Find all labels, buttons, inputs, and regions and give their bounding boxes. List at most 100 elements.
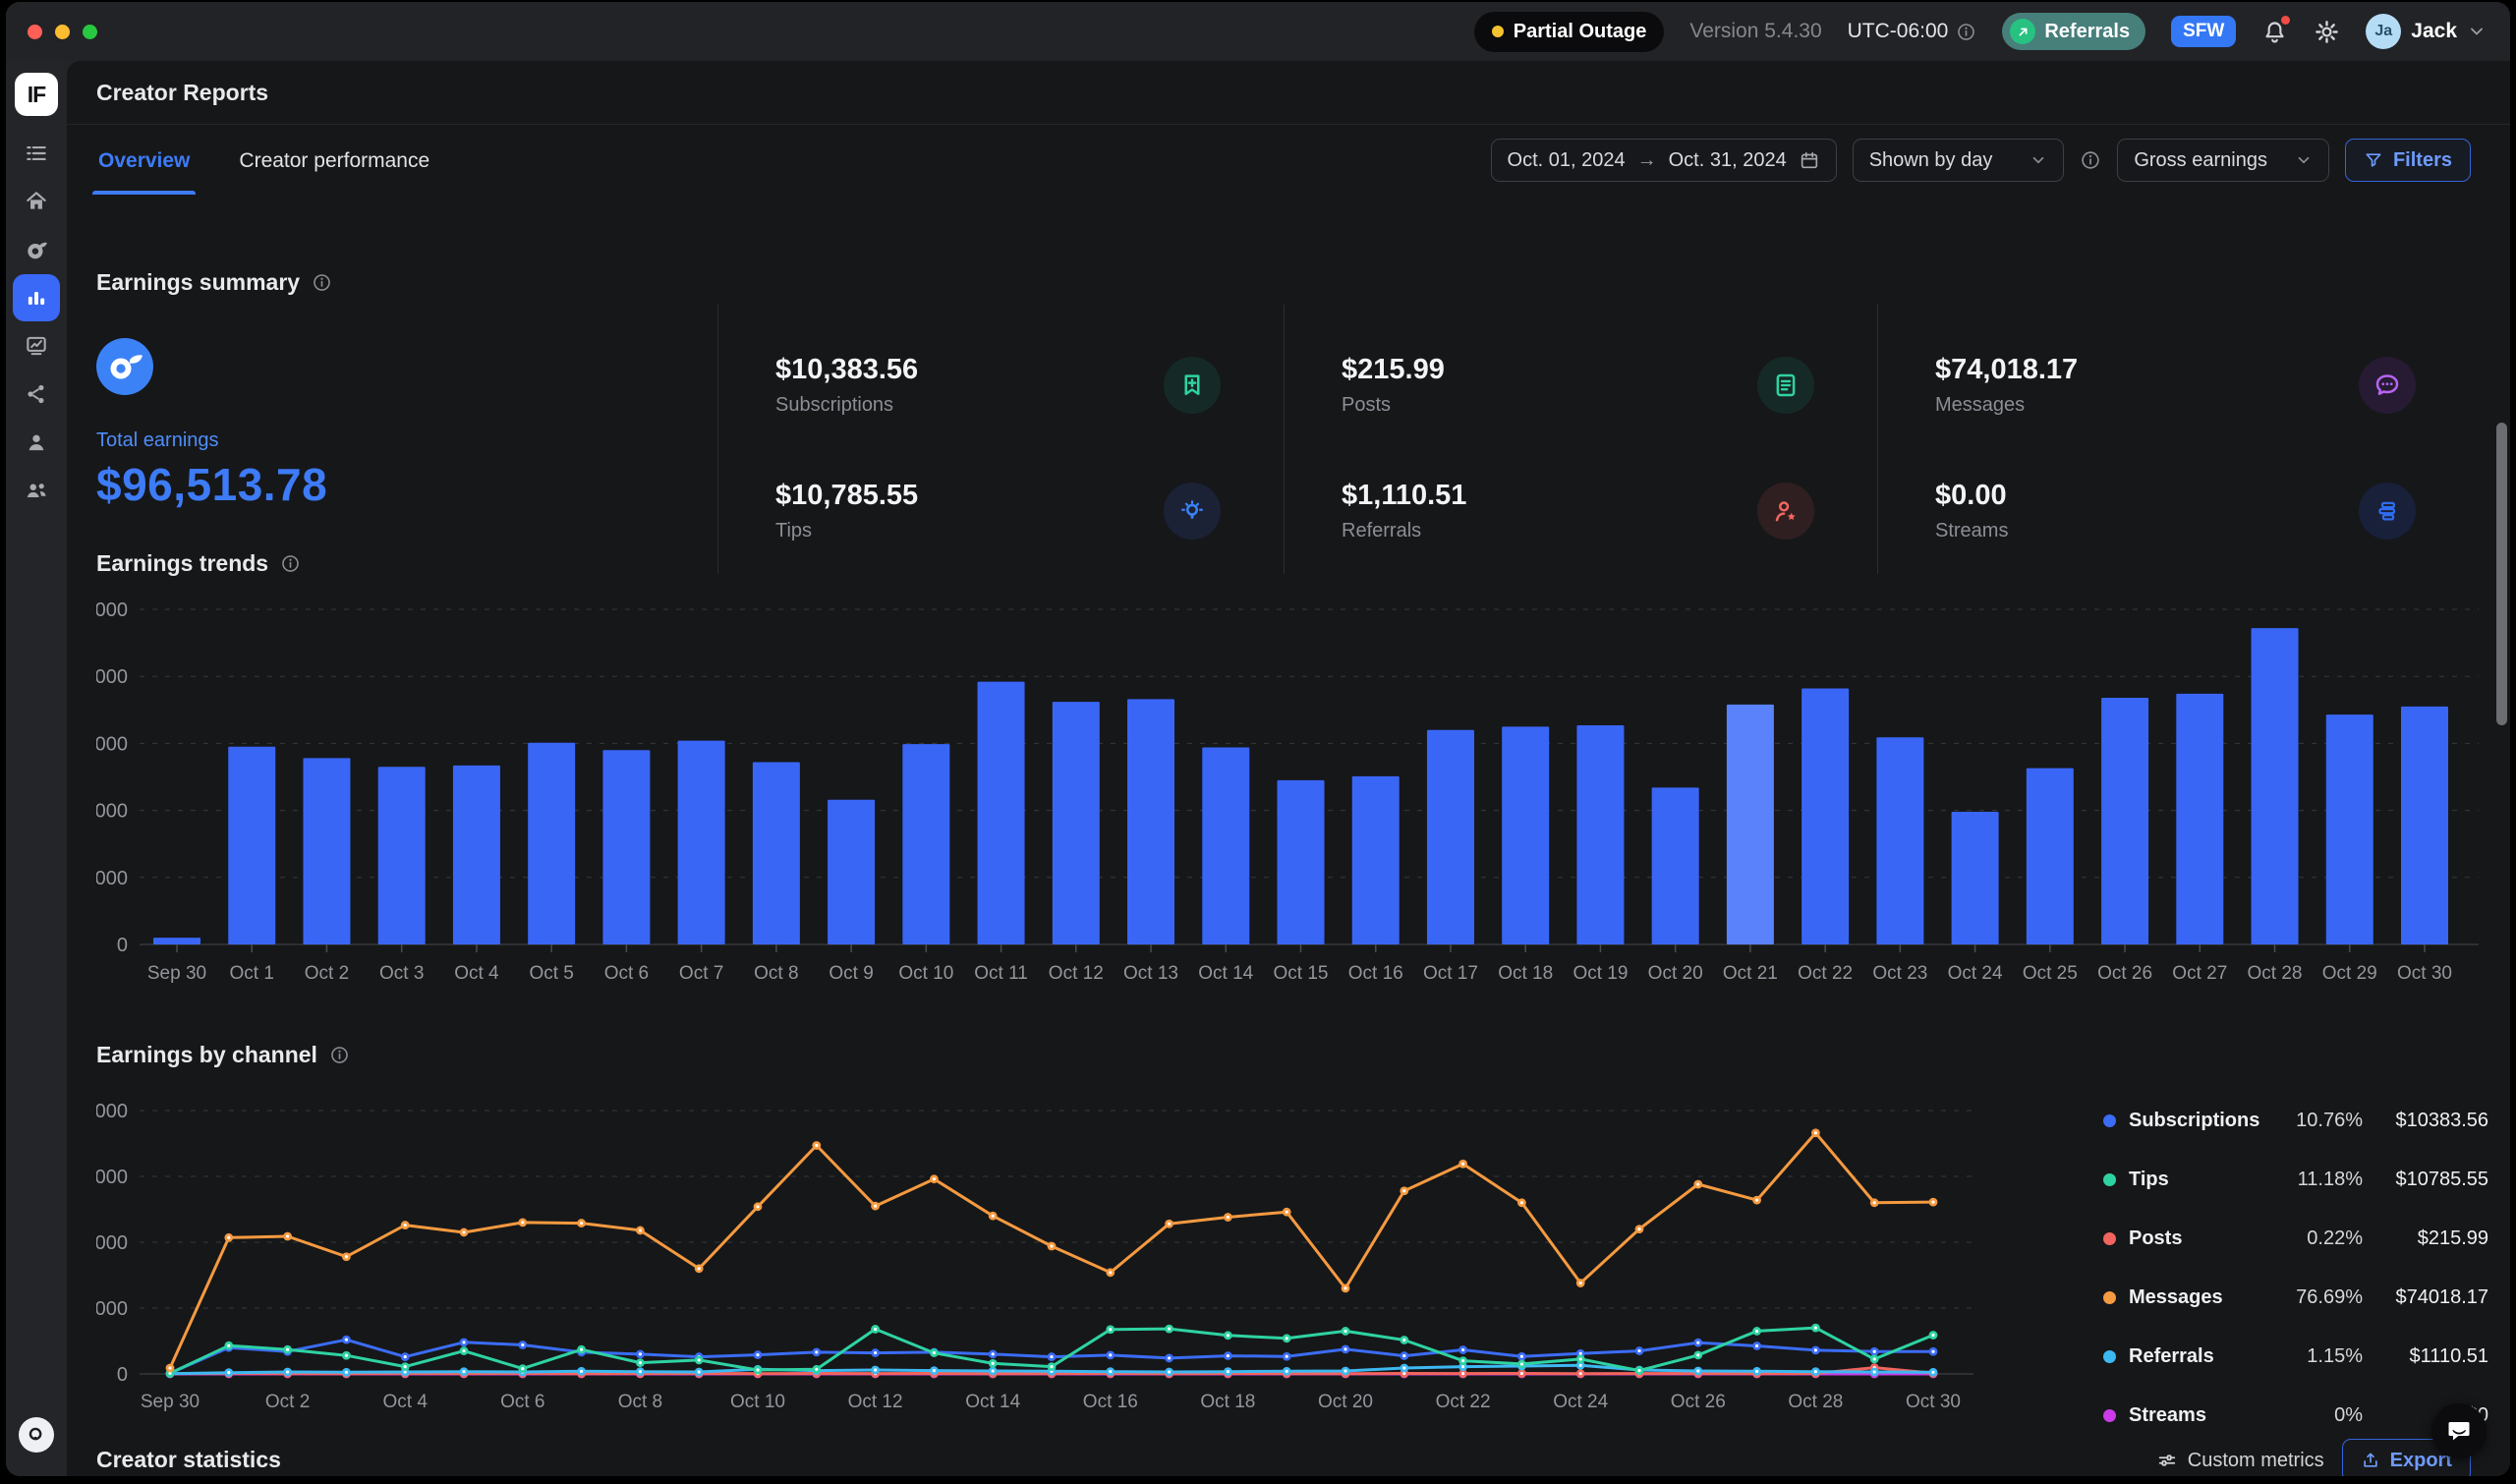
custom-metrics-button[interactable]: Custom metrics xyxy=(2156,1450,2324,1472)
bar-Oct 23[interactable] xyxy=(1876,737,1923,944)
svg-text:Oct 14: Oct 14 xyxy=(1198,963,1253,984)
info-icon[interactable] xyxy=(2080,149,2101,171)
bar-Oct 2[interactable] xyxy=(303,758,350,944)
status-badge[interactable]: Partial Outage xyxy=(1474,12,1665,52)
nav-account[interactable] xyxy=(13,419,60,466)
tab-creator-performance[interactable]: Creator performance xyxy=(237,126,431,195)
bar-Oct 16[interactable] xyxy=(1352,776,1400,944)
nav-team[interactable] xyxy=(13,467,60,514)
svg-text:Oct 11: Oct 11 xyxy=(974,963,1028,984)
bar-Oct 7[interactable] xyxy=(678,741,725,944)
svg-text:0: 0 xyxy=(117,935,128,956)
legend-name: Tips xyxy=(2129,1169,2264,1191)
bar-Oct 30[interactable] xyxy=(2401,707,2448,944)
bar-Oct 15[interactable] xyxy=(1278,780,1325,944)
metric-label: Posts xyxy=(1342,394,1445,417)
user-menu[interactable]: Ja Jack xyxy=(2366,14,2487,49)
nav-insights[interactable] xyxy=(13,322,60,370)
settings-gear-icon[interactable] xyxy=(2314,19,2340,45)
bar-Oct 26[interactable] xyxy=(2101,698,2148,944)
bar-Oct 24[interactable] xyxy=(1952,812,1999,944)
legend-row-subscriptions[interactable]: Subscriptions10.76%$10383.56 xyxy=(2103,1091,2488,1150)
bar-Oct 3[interactable] xyxy=(378,767,426,944)
filters-label: Filters xyxy=(2393,149,2452,172)
svg-text:Oct 27: Oct 27 xyxy=(2172,963,2227,984)
legend-percent: 11.18% xyxy=(2264,1169,2363,1191)
chat-dots-icon xyxy=(2359,357,2416,414)
timezone[interactable]: UTC-06:00 xyxy=(1848,20,1977,43)
nav-onlyfans[interactable] xyxy=(13,226,60,273)
bar-Oct 17[interactable] xyxy=(1427,730,1474,944)
app-window: Partial Outage Version 5.4.30 UTC-06:00 … xyxy=(6,2,2510,1476)
chat-launcher-button[interactable] xyxy=(2431,1403,2487,1458)
legend-row-tips[interactable]: Tips11.18%$10785.55 xyxy=(2103,1150,2488,1209)
svg-text:Oct 22: Oct 22 xyxy=(1436,1392,1491,1412)
tab-overview[interactable]: Overview xyxy=(96,126,192,195)
svg-text:5,000: 5,000 xyxy=(96,599,128,621)
bar-Oct 10[interactable] xyxy=(902,744,949,944)
bar-Oct 5[interactable] xyxy=(528,743,575,944)
metric-value: $1,110.51 xyxy=(1342,480,1466,512)
bar-Oct 6[interactable] xyxy=(602,750,650,944)
date-range-picker[interactable]: Oct. 01, 2024 → Oct. 31, 2024 xyxy=(1491,139,1837,182)
group-by-select[interactable]: Shown by day xyxy=(1853,139,2065,182)
nav-home[interactable] xyxy=(13,178,60,225)
metric-referrals: $1,110.51Referrals xyxy=(1342,448,1814,574)
bar-Oct 9[interactable] xyxy=(828,800,875,944)
bar-Oct 22[interactable] xyxy=(1801,688,1849,944)
svg-text:Oct 12: Oct 12 xyxy=(848,1392,903,1412)
minimize-window-button[interactable] xyxy=(55,25,70,39)
bar-Oct 13[interactable] xyxy=(1127,699,1174,944)
metric-value: $74,018.17 xyxy=(1935,354,2078,386)
bar-Sep 30[interactable] xyxy=(153,938,200,944)
legend-row-posts[interactable]: Posts0.22%$215.99 xyxy=(2103,1209,2488,1268)
bar-Oct 20[interactable] xyxy=(1652,787,1699,944)
bar-Oct 8[interactable] xyxy=(753,762,800,944)
earnings-summary-heading: Earnings summary xyxy=(96,269,332,296)
bar-Oct 1[interactable] xyxy=(228,747,275,944)
bar-Oct 14[interactable] xyxy=(1202,747,1249,944)
tab-bar: Overview Creator performance xyxy=(96,125,431,196)
svg-text:4,000: 4,000 xyxy=(96,666,128,688)
legend-row-referrals[interactable]: Referrals1.15%$1110.51 xyxy=(2103,1327,2488,1386)
bar-Oct 27[interactable] xyxy=(2176,694,2223,944)
zoom-window-button[interactable] xyxy=(83,25,97,39)
svg-text:Oct 23: Oct 23 xyxy=(1872,963,1927,984)
earnings-trends-chart[interactable]: 5,0004,0003,0002,0001,0000Sep 30Oct 1Oct… xyxy=(96,586,2494,1002)
bar-Oct 11[interactable] xyxy=(978,682,1025,944)
bar-Oct 18[interactable] xyxy=(1502,726,1549,944)
bar-Oct 28[interactable] xyxy=(2252,628,2299,944)
bar-Oct 4[interactable] xyxy=(453,766,500,944)
referrals-button[interactable]: Referrals xyxy=(2002,13,2145,50)
nav-share[interactable] xyxy=(13,371,60,418)
bar-Oct 21[interactable] xyxy=(1727,705,1774,944)
notifications-bell-icon[interactable] xyxy=(2261,19,2288,45)
document-icon xyxy=(1757,357,1814,414)
bar-Oct 29[interactable] xyxy=(2326,714,2373,944)
avatar: Ja xyxy=(2366,14,2401,49)
bar-Oct 12[interactable] xyxy=(1053,702,1100,944)
nav-reports[interactable] xyxy=(13,274,60,321)
info-icon[interactable] xyxy=(329,1045,350,1065)
stream-bars-icon xyxy=(2359,483,2416,540)
earnings-by-channel-title: Earnings by channel xyxy=(96,1042,317,1068)
earnings-by-channel-chart[interactable]: 4,0003,0002,0001,0000Sep 30Oct 2Oct 4Oct… xyxy=(96,1081,2062,1447)
metric-label: Streams xyxy=(1935,520,2008,542)
nav-list[interactable] xyxy=(13,130,60,177)
bar-Oct 19[interactable] xyxy=(1576,725,1624,944)
filters-button[interactable]: Filters xyxy=(2345,139,2471,182)
sidebar-bottom-badge-icon[interactable] xyxy=(19,1417,54,1453)
svg-text:Oct 24: Oct 24 xyxy=(1948,963,2003,984)
app-logo[interactable]: IF xyxy=(15,73,58,116)
metric-select[interactable]: Gross earnings xyxy=(2117,139,2329,182)
svg-text:Oct 14: Oct 14 xyxy=(965,1392,1020,1412)
sfw-badge[interactable]: SFW xyxy=(2171,16,2236,47)
info-icon[interactable] xyxy=(280,553,301,574)
user-name: Jack xyxy=(2411,20,2457,43)
info-icon[interactable] xyxy=(312,272,332,293)
legend-row-messages[interactable]: Messages76.69%$74018.17 xyxy=(2103,1268,2488,1327)
legend-row-streams[interactable]: Streams0%$0 xyxy=(2103,1386,2488,1445)
vertical-scrollbar[interactable] xyxy=(2496,423,2507,725)
close-window-button[interactable] xyxy=(28,25,42,39)
bar-Oct 25[interactable] xyxy=(2027,769,2074,944)
